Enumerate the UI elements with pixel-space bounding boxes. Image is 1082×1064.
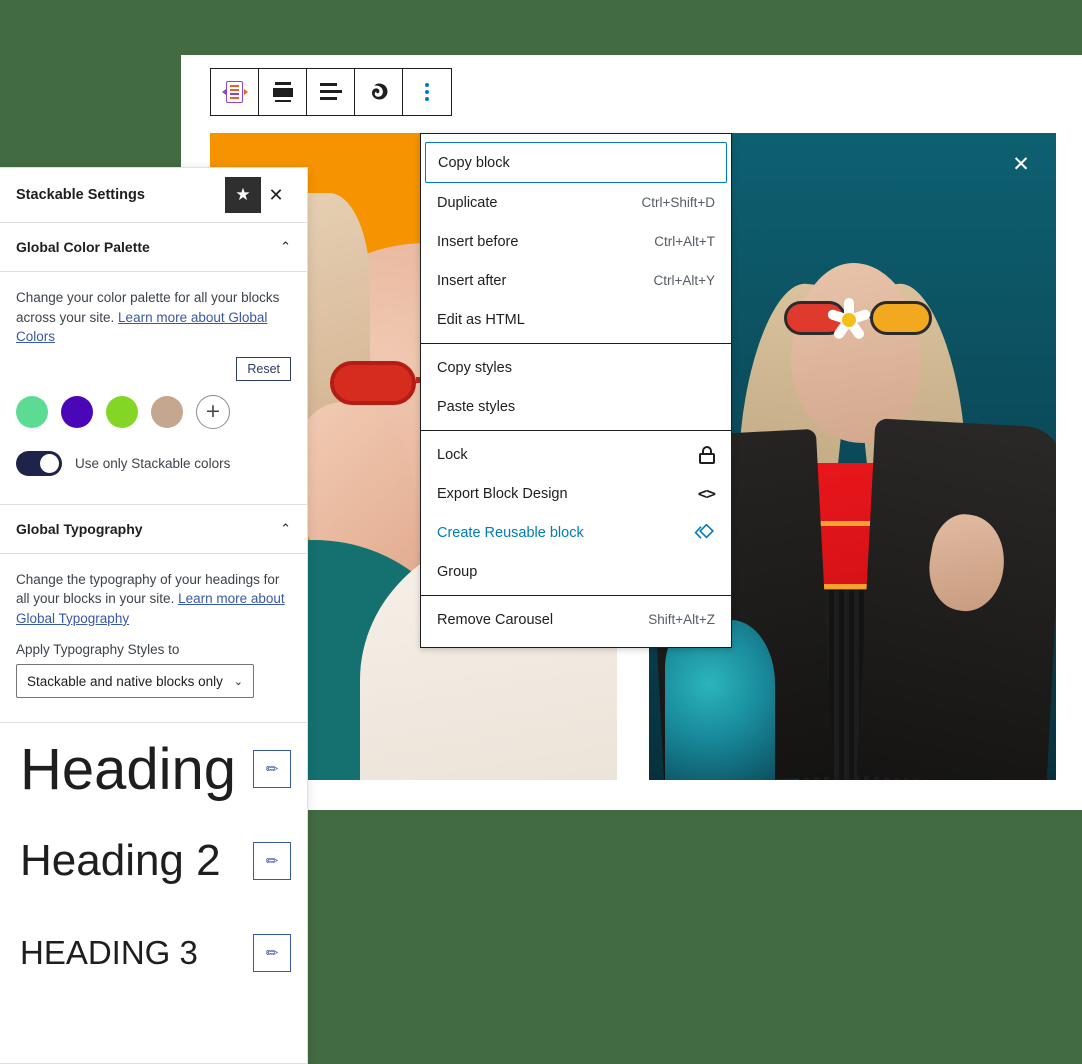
code-icon: <> [697, 484, 716, 503]
menu-item-label: Insert before [437, 233, 519, 250]
align-button[interactable] [307, 69, 355, 115]
block-options-menu: Copy block Duplicate Ctrl+Shift+D Insert… [420, 133, 732, 648]
menu-item-label: Export Block Design [437, 485, 568, 502]
color-palette-description: Change your color palette for all your b… [16, 288, 291, 347]
menu-item-shortcut: Ctrl+Shift+D [641, 195, 715, 210]
heading-preview-h1-row: Heading 1 ✏ [0, 723, 307, 815]
lock-icon [683, 445, 715, 464]
menu-item-group[interactable]: Group [421, 552, 731, 591]
menu-item-label: Duplicate [437, 194, 498, 211]
apply-typography-select[interactable]: Stackable and native blocks only ⌄ [16, 664, 254, 699]
menu-item-label: Insert after [437, 272, 507, 289]
star-icon[interactable]: ★ [225, 177, 261, 213]
add-color-icon[interactable]: + [196, 394, 230, 429]
heading-preview-h3: HEADING 3 [20, 934, 198, 972]
heading-preview-h1: Heading 1 [20, 736, 253, 802]
swatch-violet[interactable] [61, 395, 93, 428]
color-swatch-list: + [16, 394, 291, 429]
menu-item-label: Create Reusable block [437, 524, 584, 541]
menu-item-lock[interactable]: Lock [421, 435, 731, 474]
slide-close-icon[interactable]: ✕ [1008, 151, 1034, 177]
select-value: Stackable and native blocks only [27, 673, 223, 689]
reusable-block-icon [677, 523, 715, 542]
reset-row: Reset [16, 356, 291, 381]
global-color-palette-body: Change your color palette for all your b… [0, 272, 307, 504]
menu-item-shortcut: Ctrl+Alt+Y [653, 273, 715, 288]
menu-item-label: Copy styles [437, 359, 512, 376]
global-typography-body: Change the typography of your headings f… [0, 554, 307, 709]
menu-item-paste-styles[interactable]: Paste styles [421, 387, 731, 426]
menu-item-create-reusable-block[interactable]: Create Reusable block [421, 513, 731, 552]
menu-item-copy-styles[interactable]: Copy styles [421, 348, 731, 387]
menu-item-insert-after[interactable]: Insert after Ctrl+Alt+Y [421, 261, 731, 300]
heading-preview-h3-row: HEADING 3 ✏ [0, 907, 307, 999]
block-toolbar [210, 68, 452, 116]
pencil-icon: ✏ [265, 853, 279, 871]
more-options-icon [425, 83, 429, 101]
menu-group-2: Copy styles Paste styles [421, 344, 731, 431]
pencil-icon: ✏ [265, 761, 279, 779]
edit-heading-h2-button[interactable]: ✏ [253, 842, 291, 881]
menu-item-export-block-design[interactable]: Export Block Design <> [421, 474, 731, 513]
page-title: Stackable Settings [16, 187, 145, 203]
menu-item-remove-carousel[interactable]: Remove Carousel Shift+Alt+Z [421, 600, 731, 639]
menu-item-label: Paste styles [437, 398, 516, 415]
menu-item-duplicate[interactable]: Duplicate Ctrl+Shift+D [421, 183, 731, 222]
carousel-block-icon [221, 81, 248, 103]
menu-item-label: Group [437, 563, 478, 580]
swatch-lime[interactable] [106, 395, 138, 428]
settings-panel-header: Stackable Settings ★ ✕ [0, 168, 307, 223]
more-options-button[interactable] [403, 69, 451, 115]
reset-button[interactable]: Reset [236, 356, 291, 381]
menu-item-edit-as-html[interactable]: Edit as HTML [421, 300, 731, 339]
section-title: Global Typography [16, 520, 143, 537]
heading-preview-h2: Heading 2 [20, 836, 221, 886]
vertical-align-button[interactable] [259, 69, 307, 115]
menu-item-label: Copy block [438, 154, 510, 171]
use-only-stackable-colors-toggle[interactable] [16, 450, 62, 476]
heading-previews: Heading 1 ✏ Heading 2 ✏ HEADING 3 ✏ [0, 723, 307, 999]
menu-group-3: Lock Export Block Design <> Create Reusa… [421, 431, 731, 596]
menu-item-copy-block[interactable]: Copy block [425, 142, 727, 183]
edit-heading-h3-button[interactable]: ✏ [253, 934, 291, 973]
menu-group-4: Remove Carousel Shift+Alt+Z [421, 596, 731, 643]
edit-heading-h1-button[interactable]: ✏ [253, 750, 291, 789]
chevron-down-icon: ⌄ [233, 675, 243, 688]
close-icon[interactable]: ✕ [261, 177, 291, 213]
align-left-icon [319, 83, 342, 101]
section-title: Global Color Palette [16, 239, 150, 255]
heading-preview-h2-row: Heading 2 ✏ [0, 815, 307, 907]
pencil-icon: ✏ [265, 945, 279, 963]
toggle-label: Use only Stackable colors [75, 455, 231, 471]
section-header-global-typography[interactable]: Global Typography ⌃ [0, 505, 307, 554]
use-only-stackable-colors-row: Use only Stackable colors [16, 450, 291, 476]
menu-item-label: Edit as HTML [437, 311, 525, 328]
blob-shape-icon [369, 82, 389, 102]
swatch-green[interactable] [16, 395, 48, 428]
section-header-global-color-palette[interactable]: Global Color Palette ⌃ [0, 223, 307, 272]
chevron-up-icon: ⌃ [280, 520, 291, 536]
stackable-settings-panel: Stackable Settings ★ ✕ Global Color Pale… [0, 167, 308, 1064]
swatch-tan[interactable] [151, 395, 183, 428]
menu-group-1: Copy block Duplicate Ctrl+Shift+D Insert… [421, 138, 731, 344]
apply-typography-label: Apply Typography Styles to [16, 642, 180, 658]
menu-item-label: Remove Carousel [437, 611, 554, 628]
menu-item-insert-before[interactable]: Insert before Ctrl+Alt+T [421, 222, 731, 261]
menu-item-shortcut: Shift+Alt+Z [648, 612, 715, 627]
vertical-align-center-icon [272, 82, 294, 102]
chevron-up-icon: ⌃ [280, 239, 291, 254]
carousel-block-button[interactable] [211, 69, 259, 115]
typography-description: Change the typography of your headings f… [16, 570, 291, 629]
menu-item-shortcut: Ctrl+Alt+T [654, 234, 715, 249]
shape-button[interactable] [355, 69, 403, 115]
menu-item-label: Lock [437, 446, 468, 463]
